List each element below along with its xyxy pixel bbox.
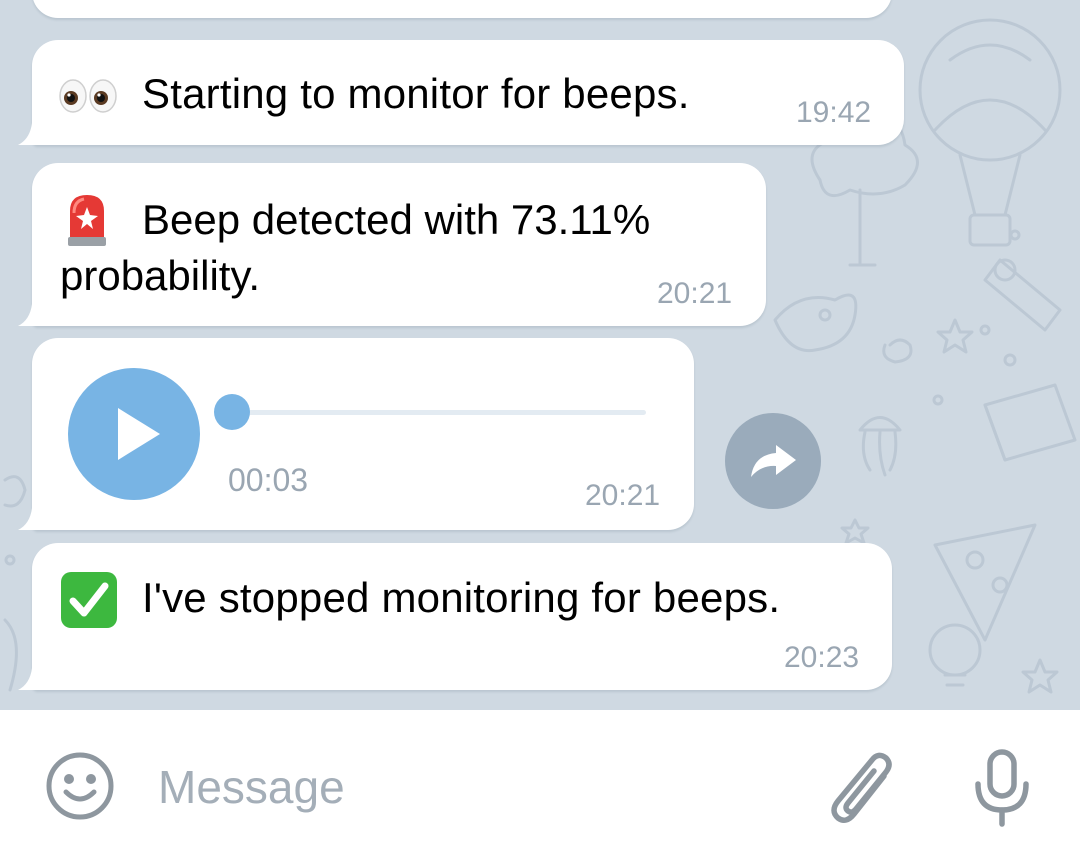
message-text: I've stopped monitoring for beeps.	[142, 574, 781, 621]
chat-area[interactable]: Starting to monitor for beeps. 19:42 Bee…	[0, 0, 1080, 710]
message-input[interactable]	[158, 754, 798, 820]
message-timestamp: 20:21	[657, 277, 733, 310]
check-mark-button-emoji-icon	[60, 571, 118, 634]
bubble-tail	[18, 123, 40, 145]
audio-progress-track[interactable]	[214, 394, 646, 430]
smiley-icon[interactable]	[44, 750, 116, 827]
bubble-tail	[18, 508, 40, 530]
eyes-emoji-icon	[58, 78, 118, 119]
play-button[interactable]	[68, 368, 200, 500]
message-bubble[interactable]: Beep detected with 73.11% probability. 2…	[18, 163, 766, 326]
message-timestamp: 20:21	[585, 479, 661, 512]
message-text-line-1: Beep detected with 73.11%	[142, 196, 651, 243]
paperclip-icon[interactable]	[828, 748, 900, 833]
bubble-tail	[18, 668, 40, 690]
message-bubble[interactable]: I've stopped monitoring for beeps. 20:23	[18, 543, 892, 690]
forward-button[interactable]	[725, 413, 821, 509]
message-timestamp: 19:42	[796, 96, 872, 129]
message-input-bar	[0, 710, 1080, 858]
rotating-light-emoji-icon	[64, 193, 110, 252]
audio-seek-handle[interactable]	[214, 394, 250, 430]
message-text-line-2: probability.	[60, 252, 260, 299]
message-text: Starting to monitor for beeps.	[142, 70, 690, 117]
message-bubble[interactable]: Starting to monitor for beeps. 19:42	[18, 40, 904, 145]
play-icon	[118, 408, 160, 460]
message-timestamp: 20:23	[784, 641, 860, 674]
bubble-tail	[18, 304, 40, 326]
share-arrow-icon	[751, 445, 796, 477]
microphone-icon[interactable]	[970, 748, 1034, 833]
audio-duration: 00:03	[228, 462, 309, 498]
previous-message-bubble[interactable]	[32, 0, 892, 18]
voice-message-bubble[interactable]: 00:03 20:21	[18, 338, 694, 530]
